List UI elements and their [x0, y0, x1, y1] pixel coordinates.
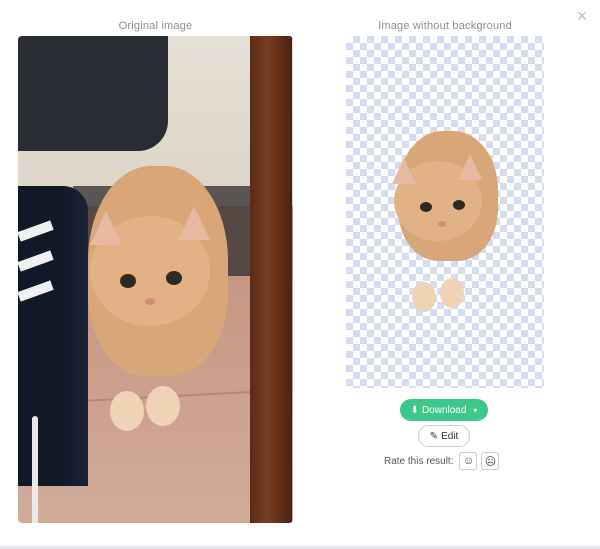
- result-cat-paw-left: [412, 282, 436, 312]
- cloth-stripe: [18, 250, 54, 272]
- photo-wooden-post: [250, 36, 292, 523]
- cat-nose: [145, 298, 155, 305]
- rating-row: Rate this result: ☺ ☹: [384, 452, 500, 470]
- photo-dark-object: [18, 36, 168, 151]
- original-image: [18, 36, 293, 523]
- original-image-title: Original image: [118, 20, 193, 32]
- edit-label: Edit: [441, 430, 459, 442]
- close-icon[interactable]: ×: [574, 7, 590, 25]
- smile-icon[interactable]: ☺: [459, 452, 478, 470]
- cloth-stripe: [18, 220, 54, 242]
- cat-paw-right: [146, 386, 180, 426]
- cat-paw-left: [110, 391, 144, 431]
- rate-label: Rate this result:: [384, 455, 454, 467]
- photo-cable: [32, 416, 38, 523]
- result-cat-eye-left: [420, 202, 432, 212]
- result-cat-ear-left: [392, 158, 416, 184]
- result-cat-paw-right: [440, 278, 464, 308]
- photo-dark-cloth: [18, 186, 88, 486]
- cat-eye-left: [120, 274, 136, 288]
- download-label: Download: [421, 404, 467, 416]
- cat-ear-left: [90, 211, 122, 245]
- chevron-down-icon[interactable]: ▾: [473, 406, 477, 415]
- result-cat-eye-right: [453, 200, 465, 210]
- background-removal-dialog: × Original image Image without backgroun…: [0, 0, 600, 549]
- frown-icon[interactable]: ☹: [481, 452, 500, 470]
- result-image-title: Image without background: [378, 20, 512, 32]
- result-cat-ear-right: [458, 154, 482, 180]
- result-cat-nose: [438, 221, 446, 227]
- edit-button[interactable]: ✎ Edit: [418, 425, 470, 447]
- download-icon: ⬇: [410, 404, 419, 416]
- cat-eye-right: [166, 271, 182, 285]
- download-button[interactable]: ⬇ Download ▾: [400, 399, 488, 421]
- result-image-transparent: [346, 36, 544, 388]
- cat-ear-right: [178, 206, 210, 240]
- pencil-icon: ✎: [429, 430, 439, 442]
- cloth-stripe: [18, 280, 54, 302]
